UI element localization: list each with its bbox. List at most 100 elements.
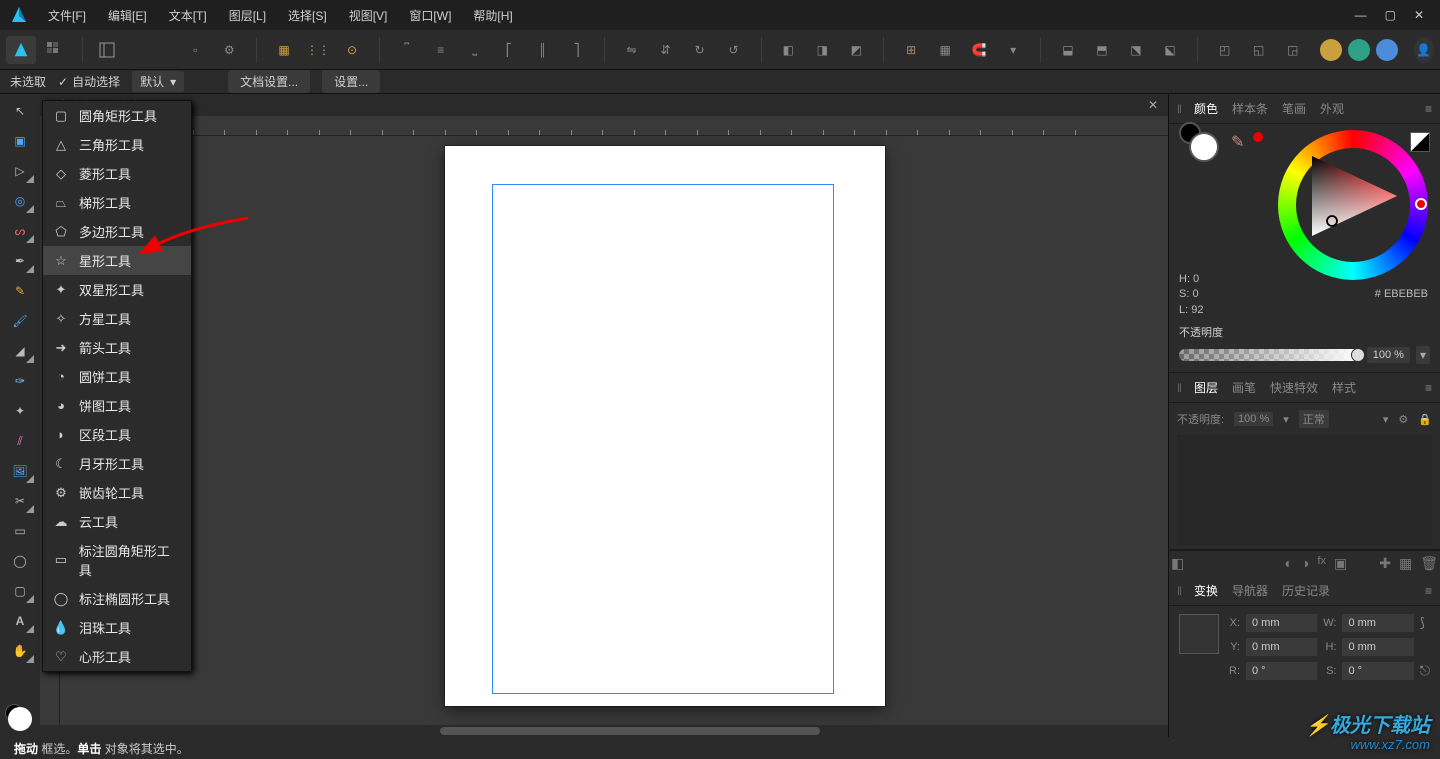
delete-layer-icon[interactable]: 🗑 (1420, 555, 1438, 572)
boolean-intersect-icon[interactable]: ◩ (841, 36, 871, 64)
blend-mode-select[interactable]: 正常 (1299, 410, 1329, 428)
shape-tool-option[interactable]: ☆星形工具 (43, 246, 191, 275)
document-setup-button[interactable]: 文档设置... (228, 70, 310, 93)
shape-tool-option[interactable]: ⏢梯形工具 (43, 188, 191, 217)
menu-edit[interactable]: 编辑[E] (98, 3, 157, 28)
tabs-close-all-icon[interactable]: ✕ (1148, 98, 1168, 112)
opacity-dropdown-icon[interactable]: ▾ (1416, 346, 1430, 364)
h-value[interactable]: 0 mm (1342, 638, 1413, 656)
opacity-slider[interactable] (1179, 349, 1361, 361)
move-tool-icon[interactable]: ↖ (5, 98, 35, 124)
shape-tool-option[interactable]: ▢圆角矩形工具 (43, 101, 191, 130)
media-tool-icon[interactable]: 🖼 (5, 458, 35, 484)
insert-after-icon[interactable]: ◲ (1278, 36, 1308, 64)
rectangle-tool-icon[interactable]: ▭ (5, 518, 35, 544)
shape-tool-option[interactable]: ◔圆饼工具 (43, 362, 191, 391)
rotate-cw-icon[interactable]: ↻ (685, 36, 715, 64)
shape-tool-option[interactable]: ✦双星形工具 (43, 275, 191, 304)
canvas[interactable] (60, 136, 1168, 725)
live-filter-icon[interactable]: ◑ (1301, 555, 1309, 572)
anchor-selector[interactable] (1179, 614, 1219, 654)
shape-tool-option[interactable]: ▭标注圆角矩形工具 (43, 536, 191, 584)
align-left-icon[interactable]: ⎡ (494, 36, 524, 64)
size-lock-icon[interactable]: ⟆ (1420, 615, 1430, 631)
panel-menu-icon[interactable]: ≡ (1425, 102, 1432, 116)
pen-tool-icon[interactable]: ✒ (5, 248, 35, 274)
shape-tool-option[interactable]: ⚙嵌齿轮工具 (43, 478, 191, 507)
effects-tab[interactable]: 快速特效 (1268, 377, 1320, 398)
saturation-triangle[interactable] (1300, 146, 1404, 246)
fx-icon[interactable]: fx (1317, 555, 1326, 572)
chevron-down-icon[interactable]: ▾ (1383, 413, 1389, 426)
align-center-icon[interactable]: ║ (528, 36, 558, 64)
rotate-ccw-icon[interactable]: ↺ (719, 36, 749, 64)
menu-select[interactable]: 选择[S] (278, 3, 337, 28)
corner-tool-icon[interactable]: ᔕ (5, 218, 35, 244)
ellipse-tool-icon[interactable]: ◯ (5, 548, 35, 574)
mask-icon[interactable]: ◧ (1171, 555, 1184, 572)
app-mode-designer-icon[interactable] (6, 36, 36, 64)
pencil-tool-icon[interactable]: ✎ (5, 278, 35, 304)
align-middle-icon[interactable]: ≡ (426, 36, 456, 64)
snap-toggle-icon[interactable]: 🧲 (964, 36, 994, 64)
persona-designer-icon[interactable] (1320, 39, 1342, 61)
hand-tool-icon[interactable]: ✋ (5, 638, 35, 664)
spray-tool-icon[interactable]: ✦ (5, 398, 35, 424)
menu-file[interactable]: 文件[F] (38, 3, 96, 28)
shape-tool-option[interactable]: ⬠多边形工具 (43, 217, 191, 246)
appearance-tab[interactable]: 外观 (1318, 98, 1346, 119)
chevron-down-icon[interactable]: ▾ (1283, 413, 1289, 426)
hue-handle[interactable] (1415, 198, 1427, 210)
shape-tool-option[interactable]: ☁云工具 (43, 507, 191, 536)
layer-opacity-value[interactable]: 100 % (1234, 412, 1273, 426)
close-icon[interactable]: ✕ (1414, 8, 1424, 22)
order-back-icon[interactable]: ⬓ (1053, 36, 1083, 64)
eyedropper-tool-icon[interactable]: ✑ (5, 368, 35, 394)
snap-grid-icon[interactable]: ▦ (269, 36, 299, 64)
minimize-icon[interactable]: — (1355, 8, 1367, 22)
shape-tool-option[interactable]: ◇菱形工具 (43, 159, 191, 188)
order-front-icon[interactable]: ⬕ (1155, 36, 1185, 64)
menu-view[interactable]: 视图[V] (339, 3, 398, 28)
panel-menu-icon[interactable]: ≡ (1425, 584, 1432, 598)
boolean-sub-icon[interactable]: ◨ (807, 36, 837, 64)
styles-tab[interactable]: 样式 (1330, 377, 1358, 398)
shape-tool-option[interactable]: ♡心形工具 (43, 642, 191, 671)
shape-tool-option[interactable]: ➜箭头工具 (43, 333, 191, 362)
s-value[interactable]: 0 ° (1342, 662, 1413, 680)
studio-layout-icon[interactable] (95, 36, 118, 64)
swatches-tab[interactable]: 样本条 (1230, 98, 1270, 119)
gradient-tool-icon[interactable]: ⫽ (5, 428, 35, 454)
history-tab[interactable]: 历史记录 (1280, 580, 1332, 601)
hue-wheel[interactable] (1278, 130, 1428, 280)
flip-h-icon[interactable]: ⇋ (617, 36, 647, 64)
shape-tool-option[interactable]: ◯标注椭圆形工具 (43, 584, 191, 613)
crop-to-canvas-icon[interactable]: ▣ (1334, 555, 1347, 572)
app-mode-pixel-icon[interactable] (40, 36, 70, 64)
shape-tool-option[interactable]: ◕饼图工具 (43, 391, 191, 420)
shape-tool-option[interactable]: ☾月牙形工具 (43, 449, 191, 478)
align-right-icon[interactable]: ⎤ (562, 36, 592, 64)
w-value[interactable]: 0 mm (1342, 614, 1413, 632)
y-value[interactable]: 0 mm (1246, 638, 1317, 656)
fx-icon[interactable]: ⚙ (1398, 413, 1408, 426)
order-forward-icon[interactable]: ⬔ (1121, 36, 1151, 64)
eyedropper-icon[interactable]: ✎ (1231, 132, 1244, 152)
persona-pixel-icon[interactable] (1348, 39, 1370, 61)
account-icon[interactable]: 👤 (1414, 37, 1434, 63)
shape-tool-icon[interactable]: ▢ (5, 578, 35, 604)
aspect-lock-icon[interactable]: ⎋ (1420, 663, 1430, 679)
menu-help[interactable]: 帮助[H] (463, 3, 522, 28)
maximize-icon[interactable]: ▢ (1385, 8, 1396, 22)
align-top-icon[interactable]: ⎴ (392, 36, 422, 64)
horizontal-scrollbar[interactable] (40, 725, 1168, 737)
fill-stroke-swatch[interactable] (8, 707, 32, 731)
sample-color-icon[interactable] (1253, 132, 1263, 142)
preferences-button[interactable]: 设置... (322, 70, 380, 93)
shape-tool-option[interactable]: ◗区段工具 (43, 420, 191, 449)
x-value[interactable]: 0 mm (1246, 614, 1317, 632)
stroke-tab[interactable]: 笔画 (1280, 98, 1308, 119)
snap-guides-icon[interactable]: ⋮⋮ (303, 36, 333, 64)
prefs-gear-icon[interactable]: ⚙ (214, 36, 244, 64)
add-layer-icon[interactable]: ✚ (1379, 555, 1391, 572)
